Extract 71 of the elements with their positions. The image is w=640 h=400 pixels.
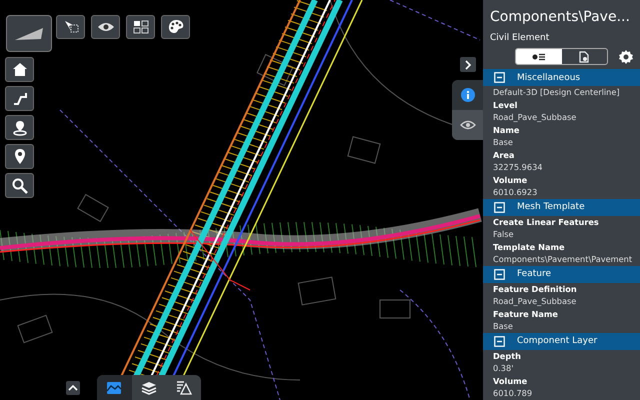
location-icon: [12, 120, 28, 136]
property-label: Feature Name: [492, 308, 559, 320]
settings-button[interactable]: [618, 48, 634, 64]
pin-icon: [14, 148, 26, 165]
section-header[interactable]: Feature: [483, 266, 640, 282]
property-label: Volume: [492, 374, 528, 387]
palette-tool-button[interactable]: [161, 15, 190, 39]
panel-subtitle: Civil Element: [489, 32, 550, 44]
property-value: Base: [492, 136, 514, 148]
terrain-tool-button[interactable]: [6, 15, 52, 52]
map-tab[interactable]: [97, 375, 132, 400]
property-label: Create Linear Features: [492, 216, 600, 228]
property-label: Depth: [492, 350, 522, 362]
property-label: Level: [492, 98, 518, 111]
section-header[interactable]: Component Layer: [483, 332, 640, 350]
property-value: Road_Pave_Subbase: [492, 295, 578, 308]
section-title: Feature: [517, 269, 552, 279]
property-label: Volume: [492, 174, 528, 186]
eye-icon: [460, 120, 476, 130]
location-button[interactable]: [5, 115, 34, 140]
collapse-icon: [494, 202, 505, 212]
search-button[interactable]: [5, 173, 34, 198]
property-value: 0.38': [492, 362, 514, 374]
property-value: 6010.6923: [492, 186, 538, 198]
list-icon: [532, 52, 546, 60]
info-tab[interactable]: [452, 80, 483, 110]
eye-icon: [96, 21, 114, 33]
section-title: Miscellaneous: [517, 72, 580, 82]
settings-icon: [618, 48, 634, 64]
caret-up-icon: [68, 385, 78, 391]
property-label: Area: [492, 148, 516, 161]
home-button[interactable]: [5, 57, 34, 82]
property-value: Default-3D [Design Centerline]: [492, 86, 621, 98]
section-header[interactable]: Miscellaneous: [483, 69, 640, 86]
list-warning-icon: [176, 380, 192, 395]
info-icon: [460, 88, 474, 102]
terrain-icon: [14, 26, 44, 40]
property-value: 32275.9634: [492, 161, 544, 174]
section-title: Component Layer: [517, 336, 598, 346]
section-header[interactable]: Mesh Template: [483, 198, 640, 216]
section-title: Mesh Template: [517, 202, 585, 212]
property-label: Feature Definition: [492, 282, 578, 295]
route-icon: [12, 91, 28, 106]
property-label: Name: [492, 124, 520, 136]
collapse-icon: [494, 336, 505, 346]
expand-panel-button[interactable]: [460, 57, 476, 72]
layers-icon: [141, 380, 157, 394]
property-value: 6010.789: [492, 387, 534, 400]
terrain-icon: [106, 380, 122, 394]
layout-tool-button[interactable]: [126, 15, 155, 39]
search-icon: [12, 178, 28, 194]
cursor-icon: [62, 20, 78, 34]
chevron-right-icon: [464, 60, 472, 70]
collapse-icon: [494, 268, 505, 280]
path-button[interactable]: [5, 86, 34, 111]
panel-title: Components\Pave...: [489, 8, 631, 26]
properties-view-tab[interactable]: [516, 49, 562, 64]
pin-button[interactable]: [5, 144, 34, 169]
palette-icon: [166, 19, 184, 35]
collapse-toolbar-button[interactable]: [66, 381, 80, 395]
property-value: Road_Pave_Subbase: [492, 111, 578, 124]
document-icon: [579, 50, 590, 62]
visibility-tool-button[interactable]: [91, 15, 120, 39]
property-value: Components\Pavement\Pavement: [492, 253, 634, 266]
house-icon: [12, 62, 28, 77]
collapse-icon: [494, 72, 505, 83]
grid-icon: [132, 20, 148, 34]
property-value: Base: [492, 320, 514, 332]
property-label: Template Name: [492, 240, 566, 253]
property-value: False: [492, 228, 515, 240]
select-tool-button[interactable]: [56, 15, 85, 39]
